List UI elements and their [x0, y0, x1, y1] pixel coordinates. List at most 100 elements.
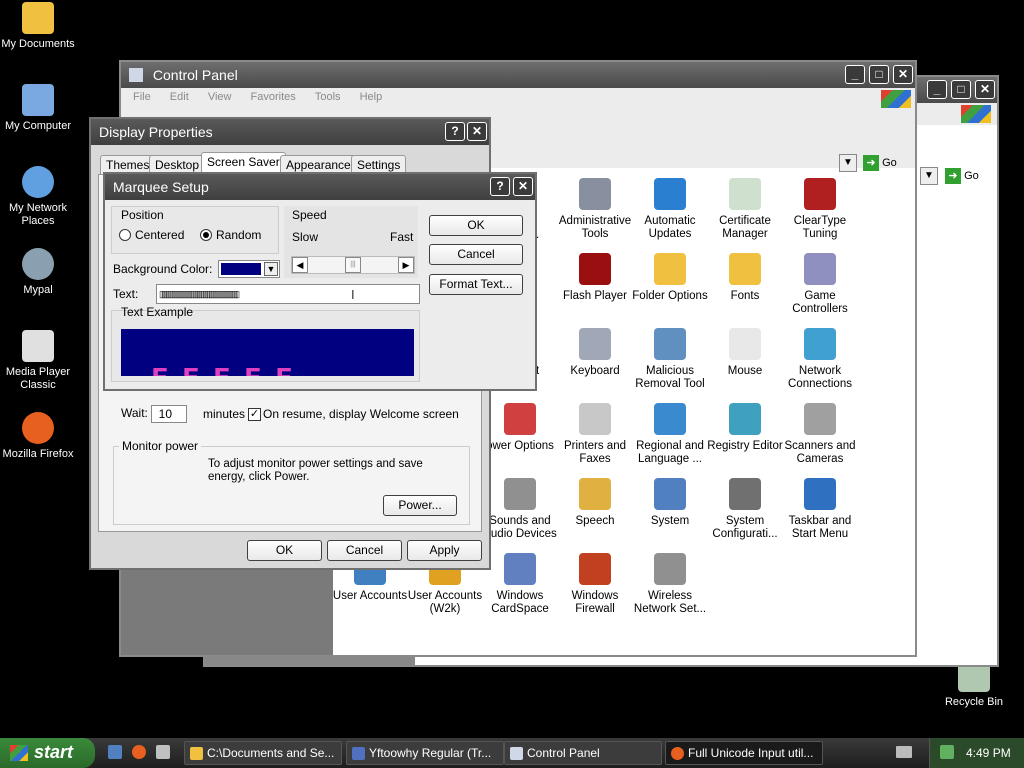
minimize-button[interactable]: _ [845, 65, 865, 84]
close-button[interactable]: ✕ [975, 80, 995, 99]
control-panel-item[interactable]: Flash Player [556, 253, 634, 303]
firefox-icon [22, 412, 54, 444]
desktop-icon-recycle-bin[interactable]: Recycle Bin [929, 660, 1019, 709]
taskbar-item-control-panel[interactable]: Control Panel [504, 741, 662, 765]
menu-favorites[interactable]: Favorites [251, 91, 296, 103]
control-panel-item[interactable]: ower Options [481, 403, 559, 453]
control-panel-item[interactable]: Keyboard [556, 328, 634, 378]
speed-slider-thumb[interactable]: ||| [345, 257, 361, 273]
dialog-title: Display Properties [99, 124, 213, 140]
quick-launch-firefox-icon[interactable] [132, 745, 146, 759]
maximize-button[interactable]: □ [951, 80, 971, 99]
help-button[interactable]: ? [445, 122, 465, 141]
address-dropdown-button[interactable]: ▼ [839, 154, 857, 172]
go-button[interactable]: ➜ Go [945, 167, 990, 185]
menu-edit[interactable]: Edit [170, 91, 189, 103]
resume-checkbox[interactable]: ✓ [248, 408, 261, 421]
control-panel-item[interactable]: Windows CardSpace [481, 553, 559, 616]
taskbar-item-font[interactable]: Yftoowhy Regular (Tr... [346, 741, 504, 765]
taskbar-item-documents[interactable]: C:\Documents and Se... [184, 741, 342, 765]
random-radio[interactable] [200, 229, 212, 241]
control-panel-item-label: System [650, 515, 690, 527]
desktop-icon-my-network-places[interactable]: My Network Places [0, 166, 83, 228]
taskbar-icon [804, 478, 836, 510]
background-color-select[interactable]: ▼ [218, 260, 280, 278]
control-panel-item[interactable]: ClearType Tuning [781, 178, 859, 241]
marquee-text-value: ▯▯▯▯▯▯▯▯▯▯▯▯▯▯▯▯▯▯▯▯▯▯▯▯▯▯▯▯▯▯▯▯▯▯▯▯▯▯▯▯ [159, 289, 240, 299]
control-panel-item[interactable]: Windows Firewall [556, 553, 634, 616]
control-panel-item-label: System Configurati... [712, 515, 778, 540]
desktop-icon-label: Recycle Bin [944, 696, 1004, 708]
control-panel-item[interactable]: System [631, 478, 709, 528]
menu-bar: File Edit View Favorites Tools Help [121, 88, 915, 108]
minimize-button[interactable]: _ [927, 80, 947, 99]
monitor-power-text: To adjust monitor power settings and sav… [208, 458, 423, 483]
folder-options-icon [654, 253, 686, 285]
keyboard-tray-icon[interactable] [896, 746, 912, 758]
scroll-right-arrow-icon[interactable]: ▶ [398, 257, 414, 273]
control-panel-item[interactable]: Wireless Network Set... [631, 553, 709, 616]
format-text-button[interactable]: Format Text... [429, 274, 523, 295]
desktop-icon-my-computer[interactable]: My Computer [0, 84, 83, 133]
network-tray-icon[interactable] [940, 745, 954, 759]
taskbar-item-unicode-input[interactable]: Full Unicode Input util... [665, 741, 823, 765]
control-panel-item[interactable]: Administrative Tools [556, 178, 634, 241]
cancel-button[interactable]: Cancel [429, 244, 523, 265]
control-panel-item[interactable]: Scanners and Cameras [781, 403, 859, 466]
control-panel-item[interactable]: Mouse [706, 328, 784, 378]
slow-label: Slow [292, 230, 319, 244]
desktop-icon-label: My Network Places [8, 202, 68, 227]
close-button[interactable]: ✕ [513, 177, 533, 196]
menu-file[interactable]: File [133, 91, 151, 103]
window-title: Control Panel [152, 67, 238, 83]
control-panel-item[interactable]: Fonts [706, 253, 784, 303]
desktop-icon-mozilla-firefox[interactable]: Mozilla Firefox [0, 412, 83, 461]
control-panel-item[interactable]: Folder Options [631, 253, 709, 303]
menu-tools[interactable]: Tools [315, 91, 341, 103]
menu-help[interactable]: Help [360, 91, 383, 103]
power-button[interactable]: Power... [383, 495, 457, 516]
maximize-button[interactable]: □ [869, 65, 889, 84]
marquee-text-input[interactable]: ▯▯▯▯▯▯▯▯▯▯▯▯▯▯▯▯▯▯▯▯▯▯▯▯▯▯▯▯▯▯▯▯▯▯▯▯▯▯▯▯ [156, 284, 420, 304]
control-panel-item[interactable]: Game Controllers [781, 253, 859, 316]
chevron-down-icon: ▼ [264, 262, 278, 276]
menu-view[interactable]: View [208, 91, 232, 103]
color-swatch [221, 263, 261, 275]
start-button[interactable]: start [0, 738, 95, 768]
apply-button[interactable]: Apply [407, 540, 482, 561]
control-panel-item[interactable]: Malicious Removal Tool [631, 328, 709, 391]
ok-button[interactable]: OK [247, 540, 322, 561]
control-panel-item[interactable]: Registry Editor [706, 403, 784, 453]
control-panel-item[interactable]: Speech [556, 478, 634, 528]
resume-label: On resume, display Welcome screen [263, 407, 459, 421]
close-button[interactable]: ✕ [467, 122, 487, 141]
control-panel-item[interactable]: Taskbar and Start Menu [781, 478, 859, 541]
control-panel-item[interactable]: System Configurati... [706, 478, 784, 541]
centered-radio[interactable] [119, 229, 131, 241]
go-button[interactable]: ➜ Go [863, 154, 908, 172]
control-panel-item[interactable]: Regional and Language ... [631, 403, 709, 466]
close-button[interactable]: ✕ [893, 65, 913, 84]
control-panel-item[interactable]: Printers and Faxes [556, 403, 634, 466]
quick-launch-ie-icon[interactable] [108, 745, 122, 759]
desktop-icon-my-documents[interactable]: My Documents [0, 2, 83, 51]
control-panel-item[interactable]: Certificate Manager [706, 178, 784, 241]
wait-spinner[interactable]: 10 [151, 405, 187, 423]
windows-update-icon [654, 178, 686, 210]
control-panel-item[interactable]: Automatic Updates [631, 178, 709, 241]
control-panel-item[interactable]: Network Connections [781, 328, 859, 391]
control-panel-item[interactable]: Sounds and Audio Devices [481, 478, 559, 541]
desktop-icon-mypal[interactable]: Mypal [0, 248, 83, 297]
task-label: Full Unicode Input util... [688, 746, 814, 760]
control-panel-item-label: Scanners and Cameras [784, 440, 856, 465]
desktop-icon-media-player-classic[interactable]: Media Player Classic [0, 330, 83, 392]
registry-icon [729, 403, 761, 435]
scroll-left-arrow-icon[interactable]: ◀ [292, 257, 308, 273]
address-dropdown-button[interactable]: ▼ [920, 167, 938, 185]
marquee-setup-dialog[interactable]: Marquee Setup ? ✕ Position Centered Rand… [103, 172, 537, 391]
ok-button[interactable]: OK [429, 215, 523, 236]
cancel-button[interactable]: Cancel [327, 540, 402, 561]
quick-launch-media-icon[interactable] [156, 745, 170, 759]
help-button[interactable]: ? [490, 177, 510, 196]
go-label: Go [882, 157, 897, 169]
